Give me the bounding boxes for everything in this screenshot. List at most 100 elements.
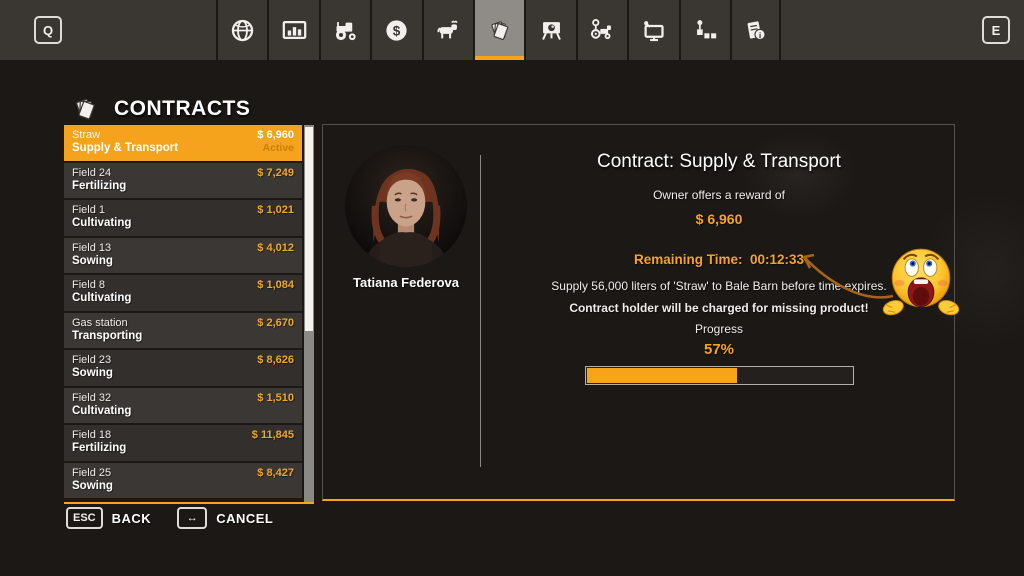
cancel-button[interactable]: ↔ CANCEL bbox=[177, 507, 273, 529]
panel-divider bbox=[480, 155, 481, 467]
progress-percent: 57% bbox=[493, 341, 945, 358]
contract-name: Field 24 bbox=[72, 167, 111, 179]
svg-text:$: $ bbox=[393, 23, 401, 38]
remaining-time-label: Remaining Time: bbox=[634, 252, 743, 267]
page-header: CONTRACTS bbox=[70, 94, 250, 124]
contract-reward: $ 6,960 bbox=[257, 129, 294, 141]
contract-list-panel: Straw $ 6,960 Supply & Transport Active Fiel… bbox=[64, 125, 314, 504]
contract-row[interactable]: Straw $ 6,960 Supply & Transport Active bbox=[64, 125, 302, 163]
contract-type: Supply & Transport bbox=[72, 142, 178, 154]
reward-intro: Owner offers a reward of bbox=[493, 188, 945, 202]
tab-production[interactable] bbox=[524, 0, 575, 60]
key-hint-e[interactable]: E bbox=[982, 16, 1010, 44]
contract-reward: $ 8,626 bbox=[257, 354, 294, 366]
contract-type: Sowing bbox=[72, 367, 113, 379]
list-scrollbar[interactable] bbox=[304, 125, 314, 502]
contract-reward: $ 7,249 bbox=[257, 167, 294, 179]
contract-row[interactable]: Field 23 $ 8,626 Sowing bbox=[64, 350, 302, 388]
contract-name: Field 23 bbox=[72, 354, 111, 366]
owner-name: Tatiana Federova bbox=[323, 275, 489, 290]
esc-key-icon: ESC bbox=[66, 507, 103, 529]
back-button[interactable]: ESC BACK bbox=[66, 507, 151, 529]
tab-help[interactable]: i bbox=[730, 0, 781, 60]
papers-icon bbox=[486, 17, 513, 44]
contract-type: Cultivating bbox=[72, 292, 131, 304]
contracts-icon bbox=[70, 94, 100, 124]
contract-name: Field 1 bbox=[72, 204, 105, 216]
contract-reward: $ 2,670 bbox=[257, 317, 294, 329]
back-label: BACK bbox=[112, 511, 152, 526]
org-chart-icon bbox=[692, 17, 719, 44]
progress-bar bbox=[585, 366, 854, 385]
contract-type: Cultivating bbox=[72, 405, 131, 417]
contract-list: Straw $ 6,960 Supply & Transport Active Fiel… bbox=[64, 125, 302, 502]
contract-reward: $ 11,845 bbox=[252, 429, 294, 441]
tab-map[interactable] bbox=[216, 0, 267, 60]
contract-type: Fertilizing bbox=[72, 180, 126, 192]
contract-reward: $ 1,021 bbox=[257, 204, 294, 216]
contract-row[interactable]: Field 8 $ 1,084 Cultivating bbox=[64, 275, 302, 313]
progress-bar-fill bbox=[587, 368, 737, 383]
key-hint-q[interactable]: Q bbox=[34, 16, 62, 44]
contract-row[interactable]: Field 25 $ 8,427 Sowing bbox=[64, 463, 302, 501]
contract-type: Sowing bbox=[72, 480, 113, 492]
contract-row[interactable]: Field 32 $ 1,510 Cultivating bbox=[64, 388, 302, 426]
page-title: CONTRACTS bbox=[114, 97, 250, 121]
contract-name: Field 13 bbox=[72, 242, 111, 254]
contract-reward: $ 1,510 bbox=[257, 392, 294, 404]
contract-row[interactable]: Field 24 $ 7,249 Fertilizing bbox=[64, 163, 302, 201]
machine-nodes-icon bbox=[589, 17, 616, 44]
coin-icon: $ bbox=[383, 17, 410, 44]
topbar-tabs: $i bbox=[216, 0, 781, 60]
contract-row[interactable]: Field 1 $ 1,021 Cultivating bbox=[64, 200, 302, 238]
arrows-key-icon: ↔ bbox=[177, 507, 207, 529]
top-menu-bar: Q $i E bbox=[0, 0, 1024, 60]
contract-type: Transporting bbox=[72, 330, 142, 342]
avatar bbox=[345, 145, 467, 267]
contract-reward: $ 1,084 bbox=[257, 279, 294, 291]
reward-amount: $ 6,960 bbox=[493, 211, 945, 227]
contract-status: Active bbox=[262, 142, 294, 154]
contract-detail-panel: Tatiana Federova Contract: Supply & Tran… bbox=[322, 124, 955, 501]
contract-reward: $ 4,012 bbox=[257, 242, 294, 254]
tractor-icon bbox=[332, 17, 359, 44]
cancel-label: CANCEL bbox=[216, 511, 273, 526]
remaining-time: Remaining Time: 00:12:33 bbox=[493, 252, 945, 267]
contract-name: Gas station bbox=[72, 317, 128, 329]
tab-contracts[interactable] bbox=[473, 0, 524, 60]
contract-name: Straw bbox=[72, 129, 100, 141]
tab-vehicles[interactable] bbox=[319, 0, 370, 60]
easel-icon bbox=[538, 17, 565, 44]
supply-instruction: Supply 56,000 liters of 'Straw' to Bale … bbox=[493, 279, 945, 293]
footer-controls: ESC BACK ↔ CANCEL bbox=[66, 507, 273, 529]
contract-title: Contract: Supply & Transport bbox=[493, 151, 945, 173]
charge-warning: Contract holder will be charged for miss… bbox=[493, 301, 945, 315]
tab-prices[interactable] bbox=[267, 0, 318, 60]
progress-label: Progress bbox=[493, 322, 945, 336]
tab-finances[interactable]: $ bbox=[370, 0, 421, 60]
tab-vehicle-config[interactable] bbox=[576, 0, 627, 60]
remaining-time-value: 00:12:33 bbox=[750, 252, 804, 267]
cow-icon bbox=[435, 17, 462, 44]
contract-name: Field 8 bbox=[72, 279, 105, 291]
info-sheet-icon: i bbox=[742, 17, 769, 44]
contract-type: Cultivating bbox=[72, 217, 131, 229]
contract-name: Field 25 bbox=[72, 467, 111, 479]
globe-icon bbox=[229, 17, 256, 44]
contract-row[interactable]: Gas station $ 2,670 Transporting bbox=[64, 313, 302, 351]
owner-portrait-illustration bbox=[345, 145, 467, 267]
contract-reward: $ 8,427 bbox=[257, 467, 294, 479]
bar-chart-icon bbox=[281, 17, 308, 44]
contract-details: Contract: Supply & Transport Owner offer… bbox=[493, 151, 945, 385]
contract-row[interactable]: Field 18 $ 11,845 Fertilizing bbox=[64, 425, 302, 463]
contract-type: Sowing bbox=[72, 255, 113, 267]
contract-row[interactable]: Field 13 $ 4,012 Sowing bbox=[64, 238, 302, 276]
contract-name: Field 18 bbox=[72, 429, 111, 441]
scrollbar-thumb[interactable] bbox=[305, 127, 313, 331]
tab-computer[interactable] bbox=[627, 0, 678, 60]
tab-structures[interactable] bbox=[679, 0, 730, 60]
contract-type: Fertilizing bbox=[72, 442, 126, 454]
monitor-icon bbox=[640, 17, 667, 44]
contract-name: Field 32 bbox=[72, 392, 111, 404]
tab-animals[interactable] bbox=[422, 0, 473, 60]
